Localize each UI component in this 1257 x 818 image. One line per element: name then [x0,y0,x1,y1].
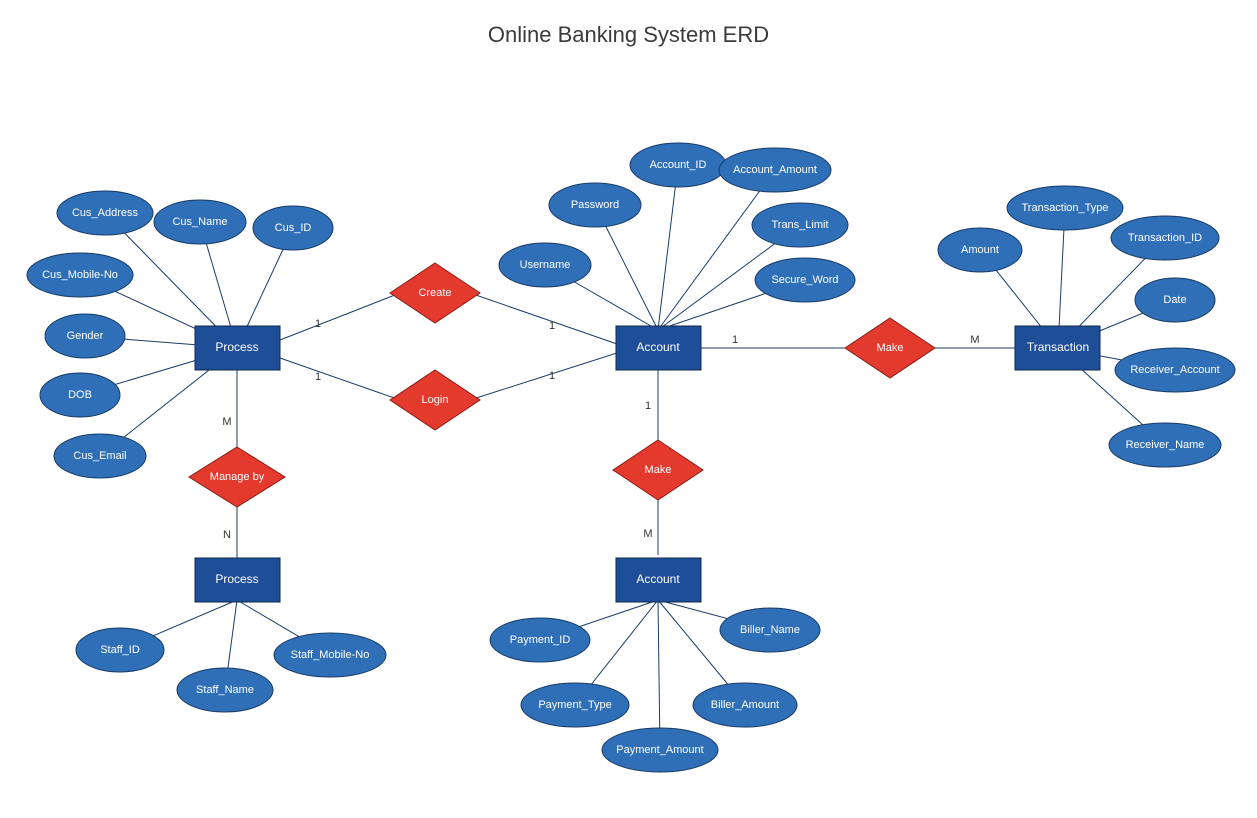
svg-text:Payment_Amount: Payment_Amount [616,744,703,756]
attr-date: Date [1135,278,1215,322]
attr-account-amount: Account_Amount [719,148,831,192]
attr-receiver-account: Receiver_Account [1115,348,1235,392]
attr-username: Username [499,243,591,287]
attr-cus-email: Cus_Email [54,434,146,478]
erd-canvas: 1 1 1 1 M N 1 M 1 M Process Process Acco… [0,0,1257,818]
rel-login: Login [390,370,480,430]
svg-text:Transaction: Transaction [1027,340,1089,354]
svg-text:Login: Login [422,394,449,406]
svg-text:Secure_Word: Secure_Word [771,274,838,286]
svg-text:Process: Process [215,340,258,354]
attr-gender: Gender [45,314,125,358]
entity-transaction: Transaction [1015,326,1100,370]
entity-process2: Process [195,558,280,602]
svg-text:Receiver_Name: Receiver_Name [1126,439,1205,451]
attr-cus-id: Cus_ID [253,206,333,250]
svg-text:Cus_Mobile-No: Cus_Mobile-No [42,269,118,281]
attr-trans-id: Transaction_ID [1111,216,1219,260]
card-process-login: 1 [315,371,321,383]
svg-text:Receiver_Account: Receiver_Account [1130,364,1219,376]
svg-text:Payment_ID: Payment_ID [510,634,571,646]
attr-account-id: Account_ID [630,143,726,187]
attr-staff-mobile: Staff_Mobile-No [274,633,386,677]
attr-biller-name: Biller_Name [720,608,820,652]
svg-text:Cus_Email: Cus_Email [73,450,126,462]
attr-trans-limit: Trans_Limit [752,203,848,247]
rel-manage-by: Manage by [189,447,285,507]
card-account-make1: 1 [645,400,651,412]
attr-cus-mobile: Cus_Mobile-No [27,253,133,297]
svg-text:Biller_Name: Biller_Name [740,624,800,636]
attr-amount: Amount [938,228,1022,272]
card-make1-account2: M [643,528,652,540]
svg-text:Amount: Amount [961,244,999,256]
attr-trans-type: Transaction_Type [1007,186,1123,230]
svg-text:Account: Account [636,340,680,354]
svg-text:Staff_Mobile-No: Staff_Mobile-No [291,649,370,661]
attr-staff-id: Staff_ID [76,628,164,672]
entity-process: Process [195,326,280,370]
attr-staff-name: Staff_Name [177,668,273,712]
rel-create: Create [390,263,480,323]
card-account-make2: 1 [732,334,738,346]
entity-account: Account [616,326,701,370]
svg-text:Trans_Limit: Trans_Limit [771,219,828,231]
entity-account2: Account [616,558,701,602]
svg-text:Cus_Name: Cus_Name [172,216,227,228]
card-make2-trans: M [970,334,979,346]
svg-text:Make: Make [877,342,904,354]
card-process-create: 1 [315,318,321,330]
attr-secure-word: Secure_Word [755,258,855,302]
svg-text:Transaction_Type: Transaction_Type [1021,202,1108,214]
svg-text:Cus_ID: Cus_ID [275,222,312,234]
attr-dob: DOB [40,373,120,417]
attr-password: Password [549,183,641,227]
card-create-account: 1 [549,320,555,332]
svg-text:Biller_Amount: Biller_Amount [711,699,779,711]
svg-text:Username: Username [520,259,571,271]
card-login-account: 1 [549,370,555,382]
svg-text:Date: Date [1163,294,1186,306]
svg-text:Process: Process [215,572,258,586]
svg-text:Cus_Address: Cus_Address [72,207,139,219]
svg-text:Gender: Gender [67,330,104,342]
svg-text:Create: Create [418,287,451,299]
svg-text:Password: Password [571,199,619,211]
svg-text:Staff_ID: Staff_ID [100,644,140,656]
svg-text:Account: Account [636,572,680,586]
svg-text:DOB: DOB [68,389,92,401]
rel-make-account: Make [613,440,703,500]
attr-cus-address: Cus_Address [57,191,153,235]
attr-receiver-name: Receiver_Name [1109,423,1221,467]
svg-text:Make: Make [645,464,672,476]
card-process-manage: M [222,416,231,428]
svg-text:Payment_Type: Payment_Type [538,699,611,711]
attr-payment-type: Payment_Type [521,683,629,727]
card-manage-process2: N [223,529,231,541]
rel-make-trans: Make [845,318,935,378]
attr-biller-amount: Biller_Amount [693,683,797,727]
svg-text:Account_ID: Account_ID [650,159,707,171]
attr-payment-id: Payment_ID [490,618,590,662]
svg-text:Staff_Name: Staff_Name [196,684,254,696]
attr-payment-amount: Payment_Amount [602,728,718,772]
attr-cus-name: Cus_Name [154,200,246,244]
svg-text:Transaction_ID: Transaction_ID [1128,232,1202,244]
svg-text:Account_Amount: Account_Amount [733,164,817,176]
svg-text:Manage by: Manage by [210,471,265,483]
